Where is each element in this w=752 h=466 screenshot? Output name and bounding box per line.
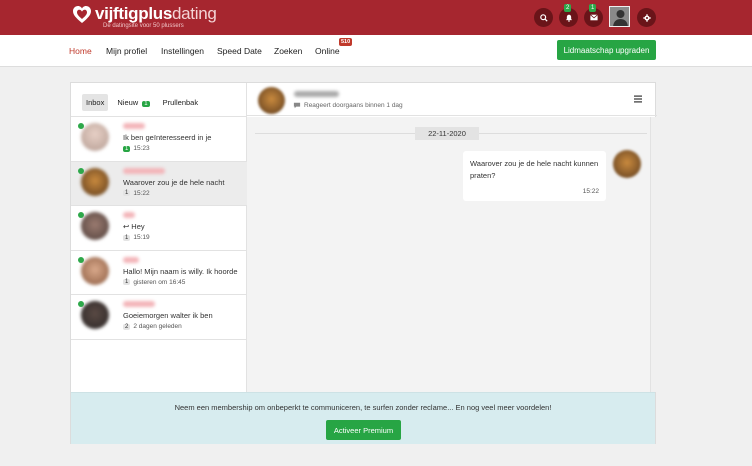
site-logo[interactable]: vijftigplusdating De datingsite voor 50 … bbox=[72, 5, 217, 29]
nav-speed-date[interactable]: Speed Date bbox=[217, 46, 262, 56]
online-count-badge: 510 bbox=[339, 38, 353, 46]
online-indicator bbox=[78, 167, 84, 174]
conversation-item[interactable]: Goeiemorgen walter ik ben 22 dagen geled… bbox=[71, 295, 247, 340]
sender-avatar bbox=[613, 150, 641, 178]
message-meta: 22 dagen geleden bbox=[123, 323, 182, 330]
message-time: 15:22 bbox=[133, 189, 150, 197]
avatar bbox=[81, 301, 109, 329]
user-avatar[interactable] bbox=[609, 6, 630, 27]
message-time: 15:23 bbox=[133, 145, 150, 152]
chat-pane: Reageert doorgaans binnen 1 dag 22-11-20… bbox=[247, 83, 657, 392]
tab-nieuw[interactable]: Nieuw 1 bbox=[113, 94, 153, 111]
notifications-badge: 2 bbox=[564, 4, 572, 12]
chat-contact-avatar[interactable] bbox=[258, 87, 285, 114]
contact-name-blurred bbox=[123, 212, 135, 218]
avatar bbox=[81, 167, 109, 196]
online-indicator bbox=[78, 256, 84, 263]
speech-bubble-icon bbox=[293, 102, 301, 109]
message-meta: 1 15:23 bbox=[123, 145, 150, 152]
response-time-status: Reageert doorgaans binnen 1 dag bbox=[293, 102, 403, 109]
message-time: 15:22 bbox=[582, 188, 599, 195]
nav-online[interactable]: Online bbox=[315, 46, 340, 56]
main-nav: Home Mijn profiel Instellingen Speed Dat… bbox=[0, 35, 752, 67]
conversation-item[interactable]: Ik ben geïnteresseerd in je 1 15:23 bbox=[71, 117, 247, 162]
upgrade-membership-button[interactable]: Lidmaatschap upgraden bbox=[557, 40, 656, 60]
avatar bbox=[81, 256, 109, 285]
message-count: 1 bbox=[123, 234, 131, 241]
nav-mijn-profiel[interactable]: Mijn profiel bbox=[106, 46, 147, 56]
message-time: 15:19 bbox=[133, 234, 150, 241]
nav-zoeken[interactable]: Zoeken bbox=[274, 46, 302, 56]
tab-inbox[interactable]: Inbox bbox=[82, 94, 109, 111]
chat-contact-name-blurred[interactable] bbox=[294, 91, 339, 97]
contact-name-blurred bbox=[123, 301, 155, 307]
conversation-list-pane: Inbox Nieuw 1 Prullenbak Ik ben geïntere… bbox=[71, 83, 247, 392]
notifications-button[interactable]: 2 bbox=[559, 4, 578, 27]
unread-count: 1 bbox=[123, 145, 131, 152]
messages-badge: 1 bbox=[589, 4, 597, 12]
message-preview-text: Hey bbox=[131, 222, 145, 231]
search-button[interactable] bbox=[534, 8, 553, 27]
person-icon bbox=[610, 7, 629, 26]
premium-promo-banner: Neem een membership om onbeperkt te comm… bbox=[71, 392, 655, 444]
gear-icon bbox=[642, 13, 651, 22]
chat-header: Reageert doorgaans binnen 1 dag bbox=[247, 83, 657, 116]
heart-logo-icon bbox=[73, 6, 91, 23]
avatar bbox=[81, 212, 109, 240]
message-preview: Goeiemorgen walter ik ben bbox=[123, 311, 213, 320]
message-preview: Waarover zou je de hele nacht bbox=[123, 177, 225, 187]
message-preview: Hallo! Mijn naam is willy. Ik hoorde bbox=[123, 266, 238, 276]
search-icon bbox=[539, 13, 548, 22]
nav-home[interactable]: Home bbox=[69, 46, 92, 56]
messages-button[interactable]: 1 bbox=[584, 4, 603, 27]
contact-name-blurred bbox=[123, 256, 139, 263]
conversation-item[interactable]: ↩ Hey 1 15:19 bbox=[71, 206, 247, 251]
chat-messages-area[interactable]: 22-11-2020 Waarover zou je de hele nacht… bbox=[247, 117, 657, 392]
top-header: vijftigplusdating De datingsite voor 50 … bbox=[0, 0, 752, 35]
hamburger-icon[interactable] bbox=[634, 95, 642, 103]
message-meta: 1 gisteren om 16:45 bbox=[123, 279, 185, 286]
promo-text: Neem een membership om onbeperkt te comm… bbox=[174, 403, 552, 412]
conversation-list: Ik ben geïnteresseerd in je 1 15:23 Waaro… bbox=[71, 116, 247, 340]
message-time: gisteren om 16:45 bbox=[133, 278, 186, 286]
message-count: 2 bbox=[123, 323, 131, 330]
bell-icon bbox=[565, 14, 572, 22]
tab-nieuw-label: Nieuw bbox=[117, 98, 139, 107]
message-preview: ↩ Hey bbox=[123, 222, 145, 231]
message-preview: Ik ben geïnteresseerd in je bbox=[123, 133, 212, 142]
message-meta: 1 15:22 bbox=[123, 190, 150, 197]
reply-icon: ↩ bbox=[123, 222, 130, 231]
activate-premium-button[interactable]: Activeer Premium bbox=[326, 420, 401, 440]
contact-name-blurred bbox=[123, 123, 145, 129]
messages-panel: Inbox Nieuw 1 Prullenbak Ik ben geïntere… bbox=[70, 82, 657, 444]
chat-scrollbar[interactable] bbox=[650, 117, 657, 392]
logo-wordmark: vijftigplusdating bbox=[95, 4, 217, 23]
date-separator: 22-11-2020 bbox=[415, 127, 479, 140]
message-count: 1 bbox=[123, 279, 131, 285]
response-time-text: Reageert doorgaans binnen 1 dag bbox=[304, 102, 403, 109]
conversation-item[interactable]: Waarover zou je de hele nacht 1 15:22 bbox=[71, 161, 247, 206]
contact-name-blurred bbox=[123, 167, 165, 174]
online-indicator bbox=[78, 123, 84, 129]
conversation-item[interactable]: Hallo! Mijn naam is willy. Ik hoorde 1 gi… bbox=[71, 251, 247, 295]
new-count-badge: 1 bbox=[142, 101, 150, 107]
settings-button[interactable] bbox=[637, 8, 656, 27]
message-meta: 1 15:19 bbox=[123, 234, 150, 241]
inbox-tabs: Inbox Nieuw 1 Prullenbak bbox=[82, 94, 207, 111]
message-text: Waarover zou je de hele nacht kunnen pra… bbox=[470, 159, 599, 180]
online-indicator bbox=[78, 212, 84, 218]
message-count: 1 bbox=[123, 190, 131, 196]
message-time: 2 dagen geleden bbox=[133, 323, 182, 330]
nav-instellingen[interactable]: Instellingen bbox=[161, 46, 204, 56]
tab-prullenbak[interactable]: Prullenbak bbox=[159, 94, 202, 111]
envelope-icon bbox=[589, 14, 598, 21]
logo-tagline: De datingsite voor 50 plussers bbox=[103, 23, 184, 29]
message-bubble: Waarover zou je de hele nacht kunnen pra… bbox=[463, 151, 606, 201]
online-indicator bbox=[78, 301, 84, 307]
avatar bbox=[81, 123, 109, 151]
